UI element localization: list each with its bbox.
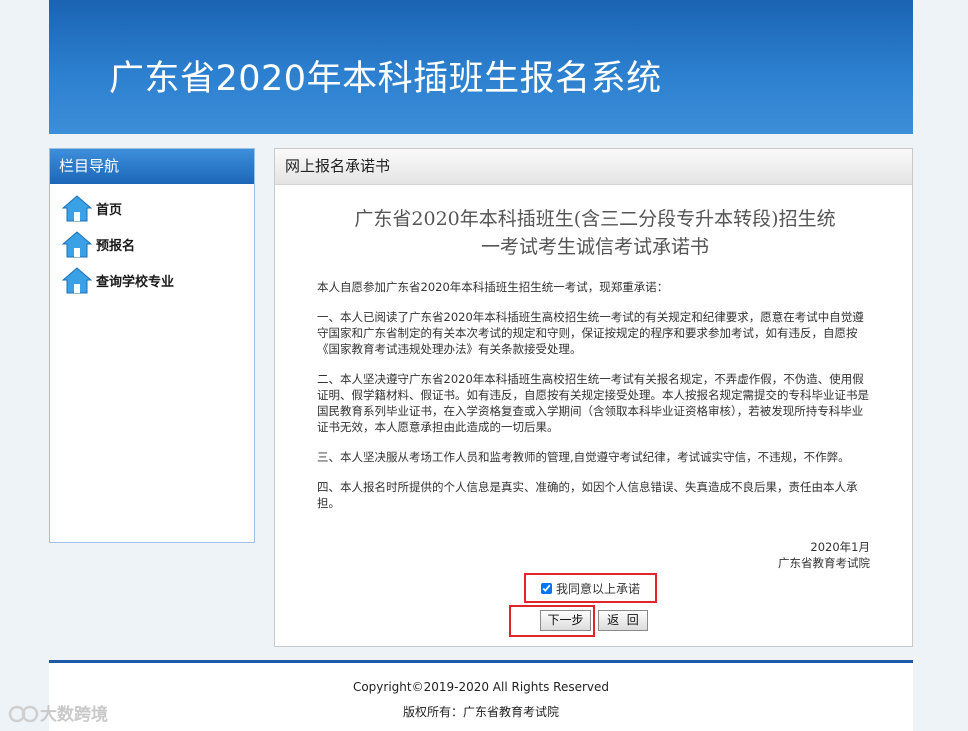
back-button[interactable]: 返 回 [598, 610, 648, 631]
pledge-panel: 网上报名承诺书 广东省2020年本科插班生(含三二分段专升本转段)招生统 一考试… [274, 148, 913, 647]
agree-checkbox[interactable] [540, 582, 552, 594]
agree-label: 我同意以上承诺 [555, 581, 640, 596]
signature-date: 2020年1月 [810, 540, 870, 554]
sidebar-item-label: 预报名 [96, 238, 136, 254]
home-icon [62, 267, 92, 294]
home-icon [62, 195, 92, 222]
signature-block: 2020年1月 广东省教育考试院 [778, 539, 870, 571]
sidebar-nav: 栏目导航 首页 预报名 查询学校专业 [49, 148, 255, 543]
pledge-paragraph: 一、本人已阅读了广东省2020年本科插班生高校招生统一考试的有关规定和纪律要求，… [317, 310, 864, 356]
agree-checkbox-area[interactable]: 我同意以上承诺 [524, 573, 657, 603]
copyright-text: Copyright©2019-2020 All Rights Reserved [352, 680, 610, 694]
home-icon [62, 231, 92, 258]
panel-title: 网上报名承诺书 [275, 149, 912, 185]
sidebar-item-query-majors[interactable]: 查询学校专业 [62, 266, 174, 294]
pledge-paragraph: 四、本人报名时所提供的个人信息是真实、准确的，如因个人信息错误、失真造成不良后果… [317, 480, 858, 510]
watermark: 大数跨境 [8, 700, 108, 725]
sidebar-item-home[interactable]: 首页 [62, 194, 122, 222]
sidebar-item-label: 查询学校专业 [96, 274, 175, 290]
document-title-line: 一考试考生诚信考试承诺书 [480, 236, 709, 258]
site-header: 广东省2020年本科插班生报名系统 [49, 0, 913, 134]
signature-org: 广东省教育考试院 [778, 556, 870, 570]
site-title: 广东省2020年本科插班生报名系统 [109, 59, 662, 99]
next-button[interactable]: 下一步 [540, 610, 591, 631]
pledge-paragraph: 三、本人坚决服从考场工作人员和监考教师的管理,自觉遵守考试纪律，考试诚实守信，不… [317, 450, 850, 464]
pledge-paragraph: 二、本人坚决遵守广东省2020年本科插班生高校招生统一考试有关报名规定，不弄虚作… [317, 372, 869, 434]
sidebar-item-label: 首页 [96, 202, 123, 218]
sidebar-item-pre-register[interactable]: 预报名 [62, 230, 135, 258]
sidebar-title: 栏目导航 [50, 149, 254, 184]
document-body: 本人自愿参加广东省2020年本科插班生招生统一考试，现郑重承诺： 一、本人已阅读… [317, 279, 873, 525]
site-footer: Copyright©2019-2020 All Rights Reserved … [49, 660, 913, 731]
document-title-line: 广东省2020年本科插班生(含三二分段专升本转段)招生统 [354, 208, 836, 230]
pledge-paragraph: 本人自愿参加广东省2020年本科插班生招生统一考试，现郑重承诺： [317, 280, 669, 294]
owner-text: 版权所有：广东省教育考试院 [402, 705, 559, 719]
watermark-logo-icon [8, 705, 39, 722]
watermark-text: 大数跨境 [40, 705, 108, 725]
document-title: 广东省2020年本科插班生(含三二分段专升本转段)招生统 一考试考生诚信考试承诺… [315, 205, 875, 261]
